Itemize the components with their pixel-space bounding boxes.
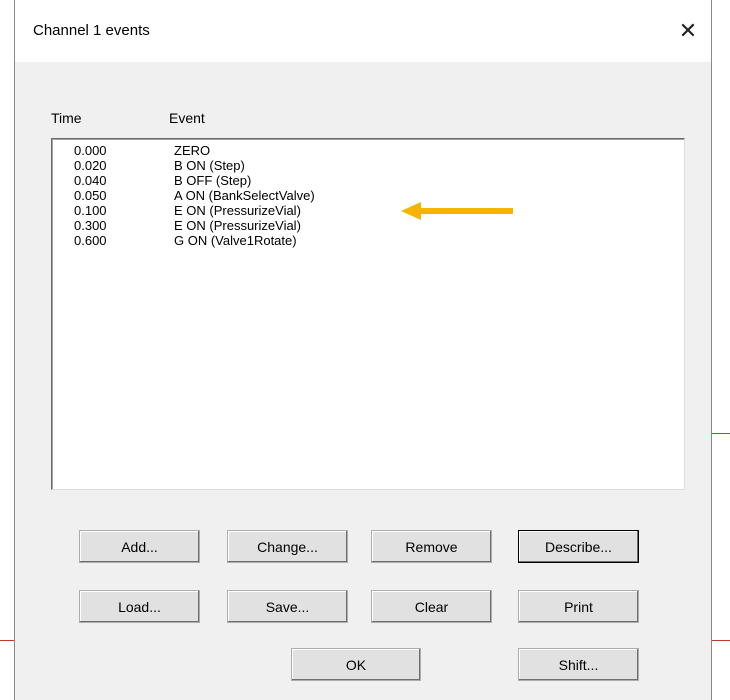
column-header-event: Event [169, 110, 205, 126]
describe-button[interactable]: Describe... [518, 530, 639, 563]
save-button[interactable]: Save... [227, 590, 348, 623]
background-line-right-lower [712, 640, 730, 641]
ok-button[interactable]: OK [291, 648, 421, 681]
event-description: B OFF (Step) [174, 173, 252, 188]
event-description: A ON (BankSelectValve) [174, 188, 315, 203]
event-description: B ON (Step) [174, 158, 245, 173]
add-button[interactable]: Add... [79, 530, 200, 563]
list-item[interactable]: 0.040 B OFF (Step) [52, 173, 684, 188]
clear-button[interactable]: Clear [371, 590, 492, 623]
arrow-shaft [419, 208, 513, 214]
list-item[interactable]: 0.000 ZERO [52, 143, 684, 158]
list-item[interactable]: 0.100 E ON (PressurizeVial) [52, 203, 684, 218]
column-header-time: Time [51, 110, 82, 126]
load-button[interactable]: Load... [79, 590, 200, 623]
event-description: ZERO [174, 143, 211, 158]
event-description: E ON (PressurizeVial) [174, 218, 301, 233]
list-item[interactable]: 0.020 B ON (Step) [52, 158, 684, 173]
remove-button[interactable]: Remove [371, 530, 492, 563]
event-time: 0.050 [74, 188, 107, 203]
events-dialog: Channel 1 events ✕ Time Event 0.000 ZERO… [14, 0, 712, 700]
left-arrow-icon [401, 202, 513, 220]
close-icon[interactable]: ✕ [665, 0, 711, 62]
print-button[interactable]: Print [518, 590, 639, 623]
list-item[interactable]: 0.300 E ON (PressurizeVial) [52, 218, 684, 233]
event-time: 0.100 [74, 203, 107, 218]
event-time: 0.040 [74, 173, 107, 188]
event-time: 0.600 [74, 233, 107, 248]
event-time: 0.300 [74, 218, 107, 233]
event-time: 0.000 [74, 143, 107, 158]
background-line-left [0, 640, 14, 641]
shift-button[interactable]: Shift... [518, 648, 639, 681]
event-description: E ON (PressurizeVial) [174, 203, 301, 218]
list-item[interactable]: 0.050 A ON (BankSelectValve) [52, 188, 684, 203]
list-item[interactable]: 0.600 G ON (Valve1Rotate) [52, 233, 684, 248]
background-line-right-upper [712, 433, 730, 434]
events-listbox[interactable]: 0.000 ZERO 0.020 B ON (Step) 0.040 B OFF… [51, 138, 685, 490]
dialog-title: Channel 1 events [33, 22, 150, 39]
event-description: G ON (Valve1Rotate) [174, 233, 297, 248]
change-button[interactable]: Change... [227, 530, 348, 563]
event-time: 0.020 [74, 158, 107, 173]
arrow-head [401, 202, 421, 220]
title-bar[interactable]: Channel 1 events ✕ [15, 0, 711, 62]
